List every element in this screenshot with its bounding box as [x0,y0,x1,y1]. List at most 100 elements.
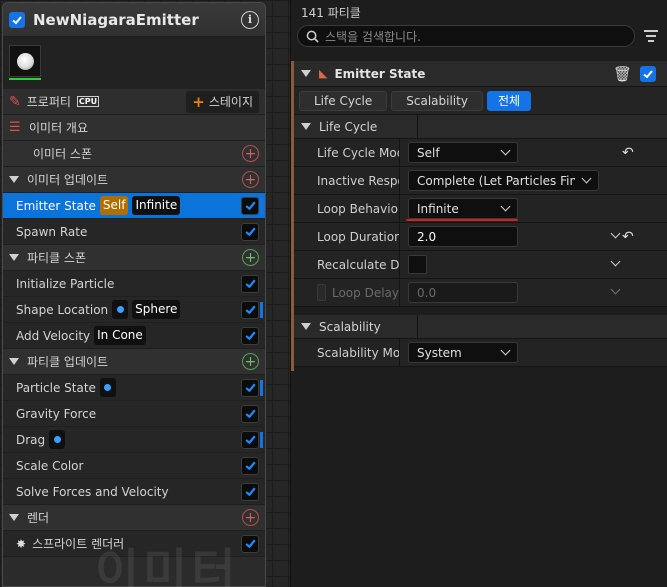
plus-icon: + [192,92,205,111]
node-header: NewNiagaraEmitter i [3,3,265,37]
section-emitter-spawn[interactable]: 이미터 스폰 + [3,141,265,167]
module-enable-checkbox[interactable] [241,482,259,501]
list-icon: ☰ [9,120,21,135]
reset-to-default-icon[interactable]: ↶ [622,145,634,161]
module-emitter-state[interactable]: Emitter State Self Infinite [3,193,265,219]
section-emitter-spawn-label: 이미터 스폰 [33,147,93,161]
module-enable-checkbox[interactable] [241,456,259,475]
prop-loop-behavior: Loop Behavior Infinite [291,195,667,223]
module-enable-checkbox[interactable] [241,430,259,449]
search-row: 스택을 검색합니다. [291,22,667,50]
module-enable-checkbox[interactable] [241,300,259,319]
life-cycle-mode-dropdown[interactable]: Self [408,142,518,163]
module-enable-checkbox[interactable] [241,378,259,397]
module-drag[interactable]: Drag [3,427,265,453]
module-enable-checkbox[interactable] [640,65,656,82]
emitter-enable-checkbox[interactable] [9,11,25,28]
category-scalability[interactable]: Scalability [291,314,667,339]
category-label: Scalability [319,319,381,334]
module-particle-state[interactable]: Particle State [3,375,265,401]
prop-loop-delay: Loop Delay 0.0 [291,279,667,307]
search-icon [306,30,319,43]
dropdown-value: Self [417,145,440,160]
section-particle-spawn[interactable]: 파티클 스폰 + [3,245,265,271]
module-label: Emitter State [16,198,96,213]
prop-life-cycle-mode: Life Cycle Mode Self ↶ [291,139,667,167]
module-edge-indicator [260,302,263,318]
chevron-down-icon[interactable] [610,256,621,267]
tab-scalability[interactable]: Scalability [391,90,483,111]
emitter-node[interactable]: NewNiagaraEmitter i ✎ 프로퍼티 CPU + 스테이지 ☰ … [2,2,266,587]
add-stage-button[interactable]: + 스테이지 [186,90,259,113]
module-edge-indicator [260,380,263,396]
module-header[interactable]: ◣ Emitter State 🗑 [291,61,667,87]
collapse-arrow-icon[interactable] [9,358,19,365]
recalculate-duration-checkbox[interactable] [408,255,427,274]
add-module-icon[interactable]: + [242,145,259,162]
module-label: Spawn Rate [16,224,88,239]
prop-name: Life Cycle Mode [317,145,399,160]
node-title: NewNiagaraEmitter [33,10,199,29]
module-enable-checkbox[interactable] [241,404,259,423]
collapse-arrow-icon[interactable] [9,176,19,183]
module-shape-location[interactable]: Shape Location Sphere [3,297,265,323]
chevron-down-icon [610,284,621,295]
module-add-velocity[interactable]: Add Velocity In Cone [3,323,265,349]
red-underline-annotation [406,219,518,221]
module-pin-icon: ◣ [319,67,328,80]
emitter-thumbnail[interactable] [9,45,41,80]
prop-name: Loop Delay [331,285,399,300]
reset-to-default-icon[interactable]: ↶ [622,229,634,245]
chevron-down-icon [500,345,511,356]
prop-name: Scalability Mode [317,345,399,360]
prop-name: Loop Behavior [317,201,399,216]
section-emitter-update[interactable]: 이미터 업데이트 + [3,167,265,193]
loop-behavior-dropdown[interactable]: Infinite [408,198,518,219]
tab-all[interactable]: 전체 [486,90,532,111]
properties-button[interactable]: 프로퍼티 [27,93,71,110]
prop-name: Inactive Response [317,173,399,188]
loop-duration-input[interactable]: 2.0 [408,226,518,247]
section-summary[interactable]: ☰ 이미터 개요 [3,115,265,141]
prop-name-wrap: Loop Delay [291,284,399,301]
particle-count: 141 파티클 [301,6,361,20]
section-render-label: 렌더 [27,511,50,525]
add-module-icon[interactable]: + [242,249,259,266]
module-initialize-particle[interactable]: Initialize Particle [3,271,265,297]
module-enable-checkbox[interactable] [241,274,259,293]
dynamic-input-icon [99,378,116,397]
tab-life-cycle[interactable]: Life Cycle [299,90,388,111]
section-particle-spawn-label: 파티클 스폰 [27,251,87,265]
section-particle-update[interactable]: 파티클 업데이트 + [3,349,265,375]
collapse-arrow-icon[interactable] [301,323,311,330]
inactive-response-dropdown[interactable]: Complete (Let Particles Finish) [408,170,599,191]
category-life-cycle[interactable]: Life Cycle [291,114,667,139]
collapse-arrow-icon[interactable] [301,123,311,130]
collapse-arrow-icon[interactable] [9,254,19,261]
module-enable-checkbox[interactable] [241,534,259,553]
module-enable-checkbox[interactable] [241,222,259,241]
module-enable-checkbox[interactable] [241,196,259,215]
prop-name: Loop Duration [317,229,399,244]
dropdown-value: Infinite [417,201,459,216]
section-render[interactable]: 렌더 + [3,505,265,531]
module-gravity-force[interactable]: Gravity Force [3,401,265,427]
collapse-arrow-icon[interactable] [301,70,311,77]
module-solve-forces[interactable]: Solve Forces and Velocity [3,479,265,505]
module-enable-checkbox[interactable] [241,326,259,345]
info-icon[interactable]: i [241,10,259,29]
collapse-arrow-icon[interactable] [9,514,19,521]
stack-search-input[interactable]: 스택을 검색합니다. [297,25,635,47]
delete-icon[interactable]: 🗑 [613,65,632,83]
module-scale-color[interactable]: Scale Color [3,453,265,479]
add-module-icon[interactable]: + [242,171,259,188]
module-spawn-rate[interactable]: Spawn Rate [3,219,265,245]
filter-icon[interactable] [641,26,661,46]
scalability-mode-dropdown[interactable]: System [408,342,518,363]
self-badge: Self [99,196,129,215]
chevron-down-icon[interactable] [610,228,621,239]
add-module-icon[interactable]: + [242,353,259,370]
add-module-icon[interactable]: + [242,509,259,526]
module-sprite-renderer[interactable]: ✸ 스프라이트 렌더러 [3,531,265,557]
loop-delay-enable-checkbox[interactable] [317,284,326,301]
